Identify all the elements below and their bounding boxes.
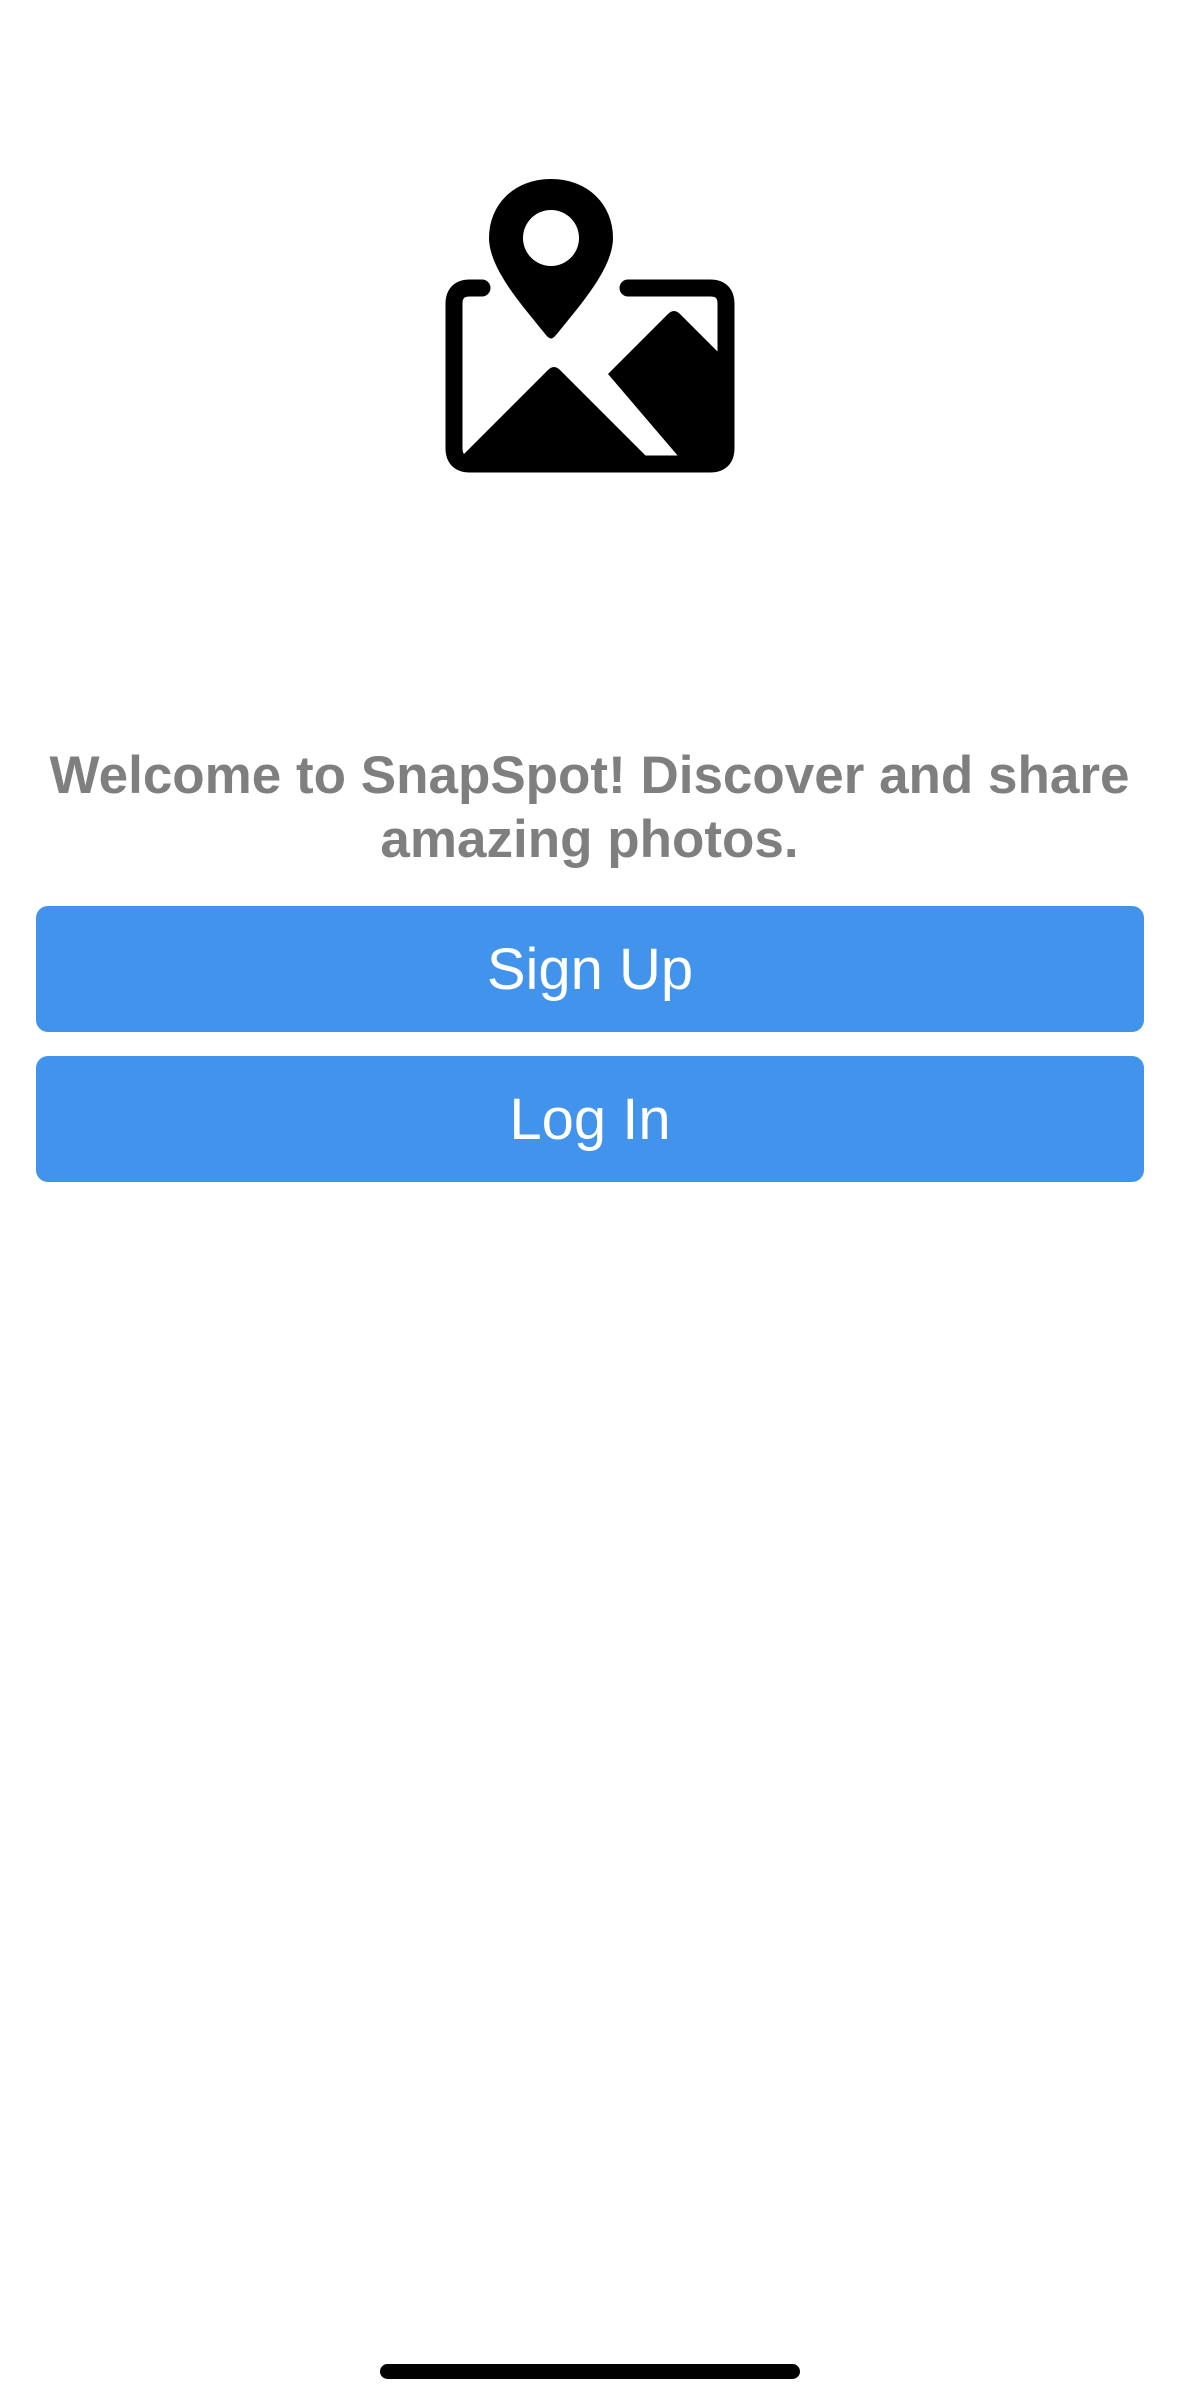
welcome-screen: Welcome to SnapSpot! Discover and share … <box>0 0 1179 2402</box>
log-in-button[interactable]: Log In <box>36 1056 1144 1182</box>
sign-up-button[interactable]: Sign Up <box>36 906 1144 1032</box>
home-indicator[interactable] <box>380 2364 800 2379</box>
map-pin-photo-icon <box>438 174 742 478</box>
welcome-message: Welcome to SnapSpot! Discover and share … <box>49 746 1130 869</box>
